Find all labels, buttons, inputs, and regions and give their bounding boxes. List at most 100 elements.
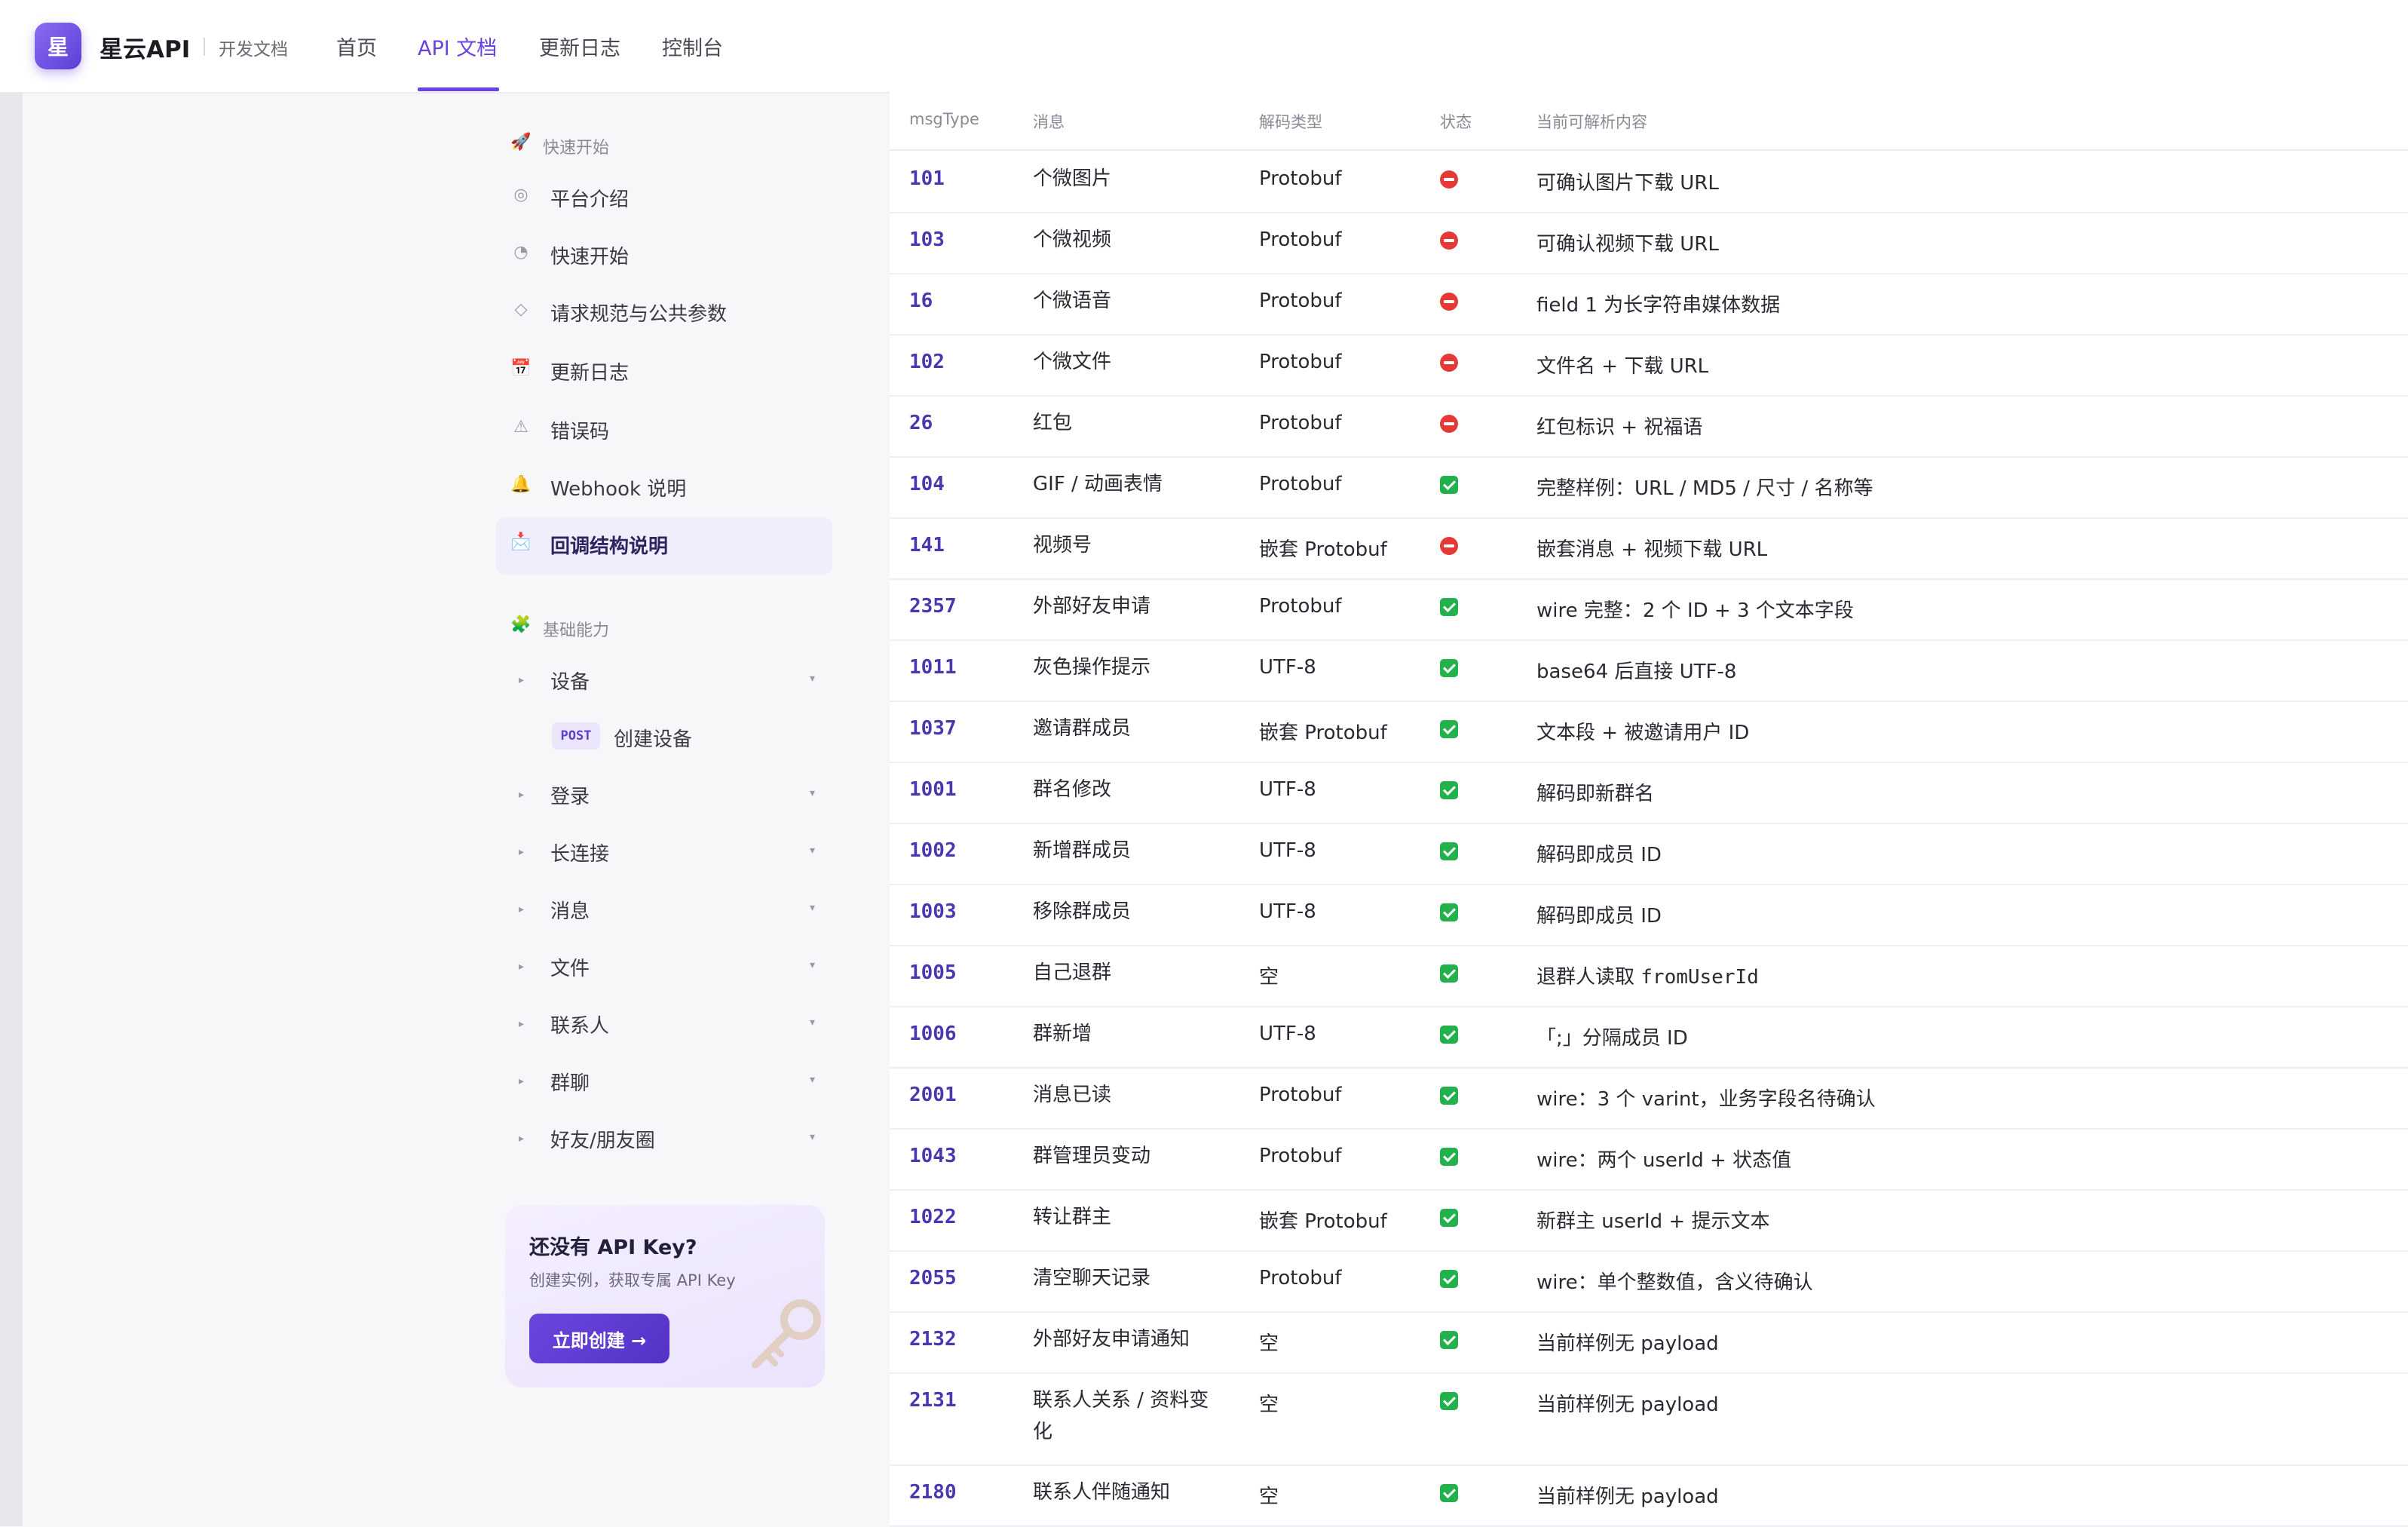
table-cell-content: 嵌套消息 + 视频下载 URL [1536,538,1768,561]
table-cell-message: 清空聊天记录 [1033,1267,1151,1289]
table-cell-message: 个微文件 [1033,351,1112,373]
chevron-down-icon[interactable]: ▾ [810,1016,815,1029]
table-cell-decode-type: Protobuf [1259,167,1342,190]
table-cell-decode-type: Protobuf [1259,290,1342,312]
check-icon [1440,1270,1458,1288]
table-cell-message: 群管理员变动 [1033,1145,1151,1167]
sidebar-group-long-connection[interactable]: 长连接 [550,839,609,866]
brand-name[interactable]: 星云API [100,30,190,64]
table-cell-decode-type: 空 [1259,1486,1279,1508]
table-cell-msgtype: 1011 [909,656,957,679]
chevron-down-icon[interactable]: ▾ [810,902,815,914]
clock-icon: ◔ [513,243,528,262]
table-cell-content: 当前样例无 payload [1536,1332,1719,1355]
table-cell-decode-type: 嵌套 Protobuf [1259,538,1387,561]
chevron-down-icon[interactable]: ▾ [810,959,815,971]
table-cell-msgtype: 2131 [909,1389,957,1412]
table-row-divider [890,1006,2408,1007]
table-cell-message: 联系人伴随通知 [1033,1481,1171,1504]
table-cell-msgtype: 1037 [909,717,957,740]
table-cell-msgtype: 1005 [909,961,957,984]
table-cell-decode-type: Protobuf [1259,228,1342,251]
table-cell-message: 个微语音 [1033,290,1112,312]
table-row-divider [890,334,2408,336]
sidebar-item-callback-structure[interactable]: 回调结构说明 [550,531,668,559]
sidebar-group-message[interactable]: 消息 [550,896,590,924]
sidebar-item-intro[interactable]: 平台介绍 [550,184,629,212]
chevron-right-icon: ▸ [519,961,525,973]
sidebar-item-changelog[interactable]: 更新日志 [550,357,629,385]
table-cell-message: 外部好友申请 [1033,595,1151,618]
table-cell-msgtype: 2180 [909,1481,957,1504]
table-cell-decode-type: Protobuf [1259,351,1342,373]
table-cell-content: 当前样例无 payload [1536,1394,1719,1416]
table-cell-msgtype: 141 [909,534,945,557]
table-header-decode-type: 解码类型 [1259,113,1322,131]
table-cell-message: 个微视频 [1033,228,1112,251]
table-cell-msgtype: 2132 [909,1328,957,1351]
nav-changelog[interactable]: 更新日志 [539,32,620,61]
table-cell-message: 消息已读 [1033,1084,1112,1106]
nav-api-docs[interactable]: API 文档 [418,32,497,61]
table-cell-content: wire：两个 userId + 状态值 [1536,1149,1792,1172]
table-cell-msgtype: 2001 [909,1084,957,1106]
sidebar-group-file[interactable]: 文件 [550,953,590,981]
logo[interactable]: 星 [35,23,81,69]
table-cell-content: 红包标识 + 祝福语 [1536,416,1703,439]
table-cell-content: 退群人读取 fromUserId [1536,966,1759,989]
sidebar-item-create-device[interactable]: 创建设备 [614,724,692,752]
no-entry-icon [1440,537,1458,555]
table-row-divider [890,273,2408,274]
chevron-right-icon: ▸ [519,1075,525,1087]
nav-console[interactable]: 控制台 [662,32,723,61]
table-cell-decode-type: 嵌套 Protobuf [1259,1210,1387,1233]
chevron-down-icon[interactable]: ▾ [810,845,815,857]
sidebar-item-request-spec[interactable]: 请求规范与公共参数 [550,299,727,327]
chevron-right-icon: ▸ [519,1018,525,1030]
no-entry-icon [1440,293,1458,311]
table-cell-message: 外部好友申请通知 [1033,1328,1190,1351]
brand-subtitle: 开发文档 [219,40,288,60]
table-row-divider [890,395,2408,397]
sidebar-group-device[interactable]: 设备 [550,667,590,695]
table-row-divider [890,212,2408,213]
check-icon [1440,659,1458,677]
table-cell-content: 文本段 + 被邀请用户 ID [1536,722,1750,744]
table-header-status: 状态 [1440,113,1472,131]
sidebar-group-friends-moments[interactable]: 好友/朋友圈 [550,1125,655,1153]
chevron-down-icon[interactable]: ▾ [810,1074,815,1086]
sidebar-item-quickstart[interactable]: 快速开始 [550,241,629,269]
table-cell-message: 自己退群 [1033,961,1112,984]
api-key-card-subtitle: 创建实例，获取专属 API Key [529,1271,736,1289]
create-now-button[interactable]: 立即创建 → [529,1314,669,1363]
table-row-divider [890,1464,2408,1466]
post-method-badge: POST [552,722,600,750]
table-cell-decode-type: 空 [1259,1394,1279,1416]
sidebar-group-login[interactable]: 登录 [550,781,590,809]
check-icon [1440,1392,1458,1410]
table-cell-msgtype: 16 [909,290,933,312]
chevron-down-icon[interactable]: ▾ [810,1131,815,1143]
chevron-right-icon: ▸ [519,903,525,915]
table-cell-decode-type: 空 [1259,966,1279,989]
check-icon [1440,720,1458,738]
table-row-divider [890,1189,2408,1191]
sidebar-item-error-codes[interactable]: 错误码 [550,416,609,444]
check-icon [1440,1484,1458,1502]
table-cell-content: wire：3 个 varint，业务字段名待确认 [1536,1088,1876,1111]
table-cell-message: 邀请群成员 [1033,717,1132,740]
table-cell-msgtype: 1043 [909,1145,957,1167]
table-cell-message: GIF / 动画表情 [1033,473,1163,495]
table-header-divider [890,149,2408,151]
table-cell-decode-type: UTF-8 [1259,778,1316,801]
nav-home[interactable]: 首页 [336,32,377,61]
sidebar-group-contacts[interactable]: 联系人 [550,1010,609,1038]
table-cell-decode-type: UTF-8 [1259,1023,1316,1045]
table-row-divider [890,1067,2408,1069]
sidebar-item-webhook[interactable]: Webhook 说明 [550,474,686,501]
check-icon [1440,903,1458,921]
chevron-down-icon[interactable]: ▾ [810,787,815,799]
chevron-down-icon[interactable]: ▾ [810,673,815,685]
inline-code: fromUserId [1641,966,1759,989]
sidebar-group-group-chat[interactable]: 群聊 [550,1068,590,1096]
